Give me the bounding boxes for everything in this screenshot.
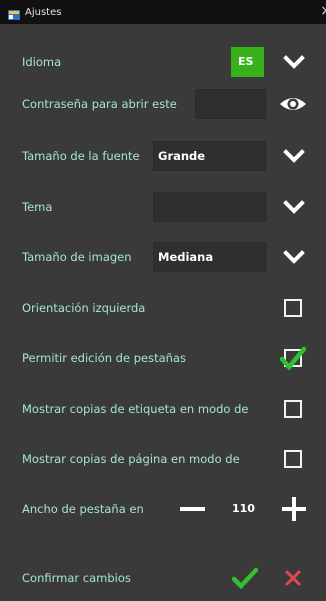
allow-tab-edit-row: Permitir edición de pestañas [0,334,326,381]
chevron-down-icon[interactable] [282,50,306,74]
tab-width-label: Ancho de pestaña en [22,501,144,516]
close-icon[interactable]: × [320,3,326,19]
show-page-copies-label: Mostrar copias de página en modo de [22,451,240,466]
chevron-down-icon[interactable] [282,245,306,269]
chevron-down-icon[interactable] [282,144,306,168]
tab-width-value: 110 [232,502,255,515]
checkmark-icon [280,346,306,370]
allow-tab-edit-label: Permitir edición de pestañas [22,350,186,365]
minus-icon[interactable] [180,506,205,511]
language-value: ES [238,55,254,68]
title-bar: Ajustes × [0,0,326,24]
show-label-copies-checkbox[interactable] [284,399,302,418]
show-page-copies-checkbox[interactable] [284,449,302,468]
font-size-value: Grande [158,148,206,163]
image-size-value: Mediana [158,249,214,264]
chevron-down-icon[interactable] [282,195,306,219]
tab-width-row: Ancho de pestaña en 110 [0,485,326,532]
image-size-label: Tamaño de imagen [22,249,132,264]
password-label: Contraseña para abrir este [22,96,177,111]
theme-select[interactable] [153,191,266,222]
left-orientation-checkbox[interactable] [284,298,302,317]
password-row: Contraseña para abrir este [0,80,326,127]
theme-label: Tema [22,199,53,214]
show-label-copies-row: Mostrar copias de etiqueta en modo de [0,385,326,432]
window-app-icon [8,6,20,20]
image-size-select[interactable]: Mediana [153,241,266,272]
theme-row: Tema [0,183,326,230]
font-size-label: Tamaño de la fuente [22,148,140,163]
x-icon[interactable] [285,570,301,586]
left-orientation-label: Orientación izquierda [22,300,146,315]
show-label-copies-label: Mostrar copias de etiqueta en modo de [22,401,249,416]
font-size-row: Tamaño de la fuente Grande [0,132,326,179]
confirm-label: Confirmar cambios [22,570,131,585]
plus-icon[interactable] [282,496,306,521]
language-row: Idioma ES [0,38,326,85]
language-label: Idioma [22,54,62,69]
checkmark-icon[interactable] [232,567,258,589]
password-field[interactable] [195,88,266,119]
window-title: Ajustes [25,6,62,18]
left-orientation-row: Orientación izquierda [0,284,326,331]
language-select[interactable]: ES [231,46,264,77]
confirm-row: Confirmar cambios [0,554,326,601]
show-page-copies-row: Mostrar copias de página en modo de [0,435,326,482]
font-size-select[interactable]: Grande [153,140,266,171]
image-size-row: Tamaño de imagen Mediana [0,233,326,280]
eye-icon[interactable] [278,92,308,116]
